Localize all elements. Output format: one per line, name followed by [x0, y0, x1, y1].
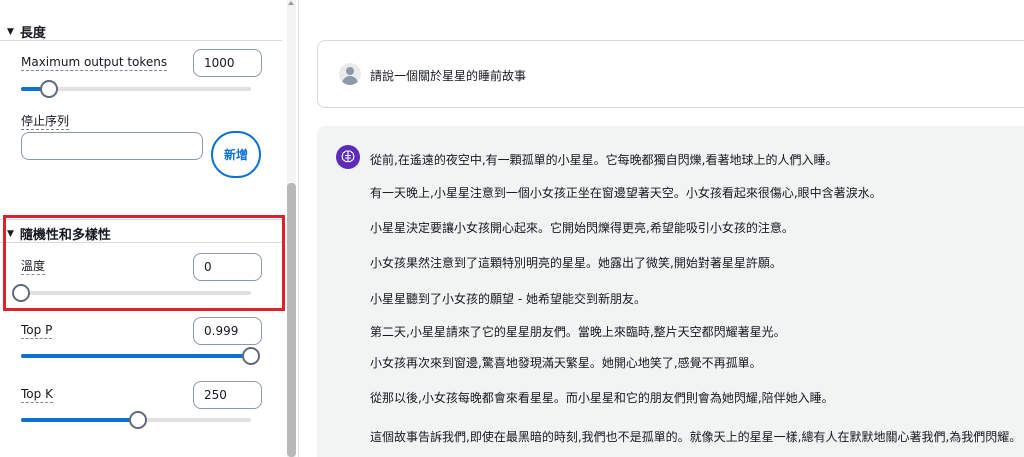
assistant-paragraph: 小女孩再次來到窗邊,驚喜地發現滿天繁星。她開心地笑了,感覺不再孤單。 [370, 356, 762, 370]
panel-divider [298, 0, 299, 457]
assistant-paragraph: 有一天晚上,小星星注意到一個小女孩正坐在窗邊望著天空。小女孩看起來很傷心,眼中含… [370, 186, 882, 200]
user-message: 請說一個關於星星的睡前故事 [317, 40, 1024, 108]
settings-scrollbar[interactable] [287, 0, 296, 457]
stop-sequence-input[interactable] [21, 132, 203, 160]
add-stop-sequence-button[interactable]: 新增 [211, 131, 261, 178]
assistant-paragraph: 小星星決定要讓小女孩開心起來。它開始閃爍得更亮,希望能吸引小女孩的注意。 [370, 221, 794, 235]
highlight-box [3, 215, 285, 311]
caret-down-icon: ▼ [7, 26, 14, 37]
assistant-brain-icon [336, 145, 360, 169]
top-k-input[interactable]: 250 [193, 381, 262, 409]
length-section-title: 長度 [19, 26, 46, 41]
section-divider [0, 40, 282, 41]
assistant-paragraph: 小女孩果然注意到了這顆特別明亮的星星。她露出了微笑,開始對著星星許願。 [370, 256, 782, 270]
top-p-label: Top P [21, 323, 53, 339]
max-tokens-input[interactable]: 1000 [193, 49, 262, 77]
top-k-slider[interactable] [21, 411, 251, 429]
max-tokens-slider[interactable] [21, 80, 251, 98]
assistant-paragraph: 從那以後,小女孩每晚都會來看星星。而小星星和它的朋友們則會為她閃耀,陪伴她入睡。 [370, 391, 834, 405]
slider-thumb[interactable] [39, 80, 58, 98]
assistant-paragraph: 這個故事告訴我們,即使在最黑暗的時刻,我們也不是孤單的。就像天上的星星一樣,總有… [370, 430, 1022, 444]
slider-fill [21, 354, 251, 358]
assistant-message: 從前,在遙遠的夜空中,有一顆孤單的小星星。它每晚都獨自閃爍,看著地球上的人們入睡… [317, 126, 1024, 457]
top-p-input[interactable]: 0.999 [193, 317, 262, 345]
user-message-text: 請說一個關於星星的睡前故事 [370, 69, 527, 83]
assistant-paragraph: 從前,在遙遠的夜空中,有一顆孤單的小星星。它每晚都獨自閃爍,看著地球上的人們入睡… [370, 153, 838, 167]
scrollbar-thumb[interactable] [287, 183, 296, 457]
assistant-paragraph: 小星星聽到了小女孩的願望 - 她希望能交到新朋友。 [370, 292, 646, 306]
length-section-header[interactable]: ▼ 長度 [7, 22, 46, 41]
slider-thumb[interactable] [242, 347, 260, 365]
slider-thumb[interactable] [129, 411, 148, 429]
top-k-label: Top K [21, 387, 53, 403]
user-avatar-icon [339, 63, 361, 85]
assistant-paragraph: 第二天,小星星請來了它的星星朋友們。當晚上來臨時,整片天空都閃耀著星光。 [370, 325, 786, 339]
scroll-up-arrow-icon[interactable] [288, 1, 294, 5]
max-tokens-label: Maximum output tokens [21, 55, 168, 71]
stop-sequence-label: 停止序列 [21, 114, 70, 130]
top-p-slider[interactable] [21, 347, 260, 365]
slider-fill [21, 418, 139, 422]
